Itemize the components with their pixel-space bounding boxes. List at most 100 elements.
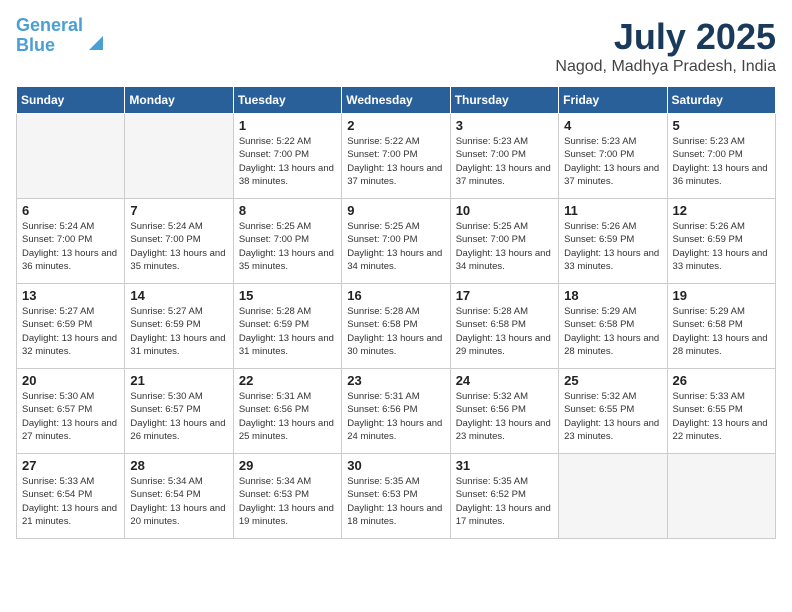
day-number: 1	[239, 118, 336, 133]
weekday-header: Monday	[125, 87, 233, 114]
day-number: 21	[130, 373, 227, 388]
calendar-cell: 5 Sunrise: 5:23 AM Sunset: 7:00 PM Daylig…	[667, 114, 775, 199]
day-info: Sunrise: 5:25 AM Sunset: 7:00 PM Dayligh…	[347, 220, 444, 273]
calendar-cell: 20 Sunrise: 5:30 AM Sunset: 6:57 PM Dayli…	[17, 369, 125, 454]
calendar-cell: 18Sunrise: 5:29 AM Sunset: 6:58 PM Dayli…	[559, 284, 667, 369]
day-number: 7	[130, 203, 227, 218]
weekday-header: Tuesday	[233, 87, 341, 114]
day-info: Sunrise: 5:22 AM Sunset: 7:00 PM Dayligh…	[347, 135, 444, 188]
day-number: 30	[347, 458, 444, 473]
day-number: 9	[347, 203, 444, 218]
day-info: Sunrise: 5:32 AM Sunset: 6:55 PM Dayligh…	[564, 390, 661, 443]
calendar-cell: 8Sunrise: 5:25 AM Sunset: 7:00 PM Daylig…	[233, 199, 341, 284]
calendar-cell: 14 Sunrise: 5:27 AM Sunset: 6:59 PM Dayli…	[125, 284, 233, 369]
day-info: Sunrise: 5:34 AM Sunset: 6:53 PM Dayligh…	[239, 475, 336, 528]
calendar-cell: 16 Sunrise: 5:28 AM Sunset: 6:58 PM Dayli…	[342, 284, 450, 369]
day-number: 14	[130, 288, 227, 303]
day-number: 31	[456, 458, 553, 473]
calendar-cell: 17 Sunrise: 5:28 AM Sunset: 6:58 PM Dayli…	[450, 284, 558, 369]
weekday-header: Saturday	[667, 87, 775, 114]
day-info: Sunrise: 5:26 AM Sunset: 6:59 PM Dayligh…	[673, 220, 770, 273]
day-info: Sunrise: 5:35 AM Sunset: 6:52 PM Dayligh…	[456, 475, 553, 528]
calendar-cell	[667, 454, 775, 539]
weekday-header: Friday	[559, 87, 667, 114]
weekday-header: Sunday	[17, 87, 125, 114]
day-info: Sunrise: 5:24 AM Sunset: 7:00 PM Dayligh…	[22, 220, 119, 273]
day-number: 5	[673, 118, 770, 133]
location: Nagod, Madhya Pradesh, India	[555, 58, 776, 76]
day-number: 18	[564, 288, 661, 303]
calendar-cell: 27Sunrise: 5:33 AM Sunset: 6:54 PM Dayli…	[17, 454, 125, 539]
calendar-cell: 4 Sunrise: 5:23 AM Sunset: 7:00 PM Daylig…	[559, 114, 667, 199]
calendar-cell: 11Sunrise: 5:26 AM Sunset: 6:59 PM Dayli…	[559, 199, 667, 284]
calendar-cell: 7 Sunrise: 5:24 AM Sunset: 7:00 PM Daylig…	[125, 199, 233, 284]
calendar-cell: 29 Sunrise: 5:34 AM Sunset: 6:53 PM Dayli…	[233, 454, 341, 539]
calendar-cell	[559, 454, 667, 539]
day-info: Sunrise: 5:28 AM Sunset: 6:58 PM Dayligh…	[347, 305, 444, 358]
day-number: 4	[564, 118, 661, 133]
day-info: Sunrise: 5:25 AM Sunset: 7:00 PM Dayligh…	[239, 220, 336, 273]
day-info: Sunrise: 5:32 AM Sunset: 6:56 PM Dayligh…	[456, 390, 553, 443]
calendar-cell: 19 Sunrise: 5:29 AM Sunset: 6:58 PM Dayli…	[667, 284, 775, 369]
calendar-cell: 28Sunrise: 5:34 AM Sunset: 6:54 PM Dayli…	[125, 454, 233, 539]
day-info: Sunrise: 5:27 AM Sunset: 6:59 PM Dayligh…	[130, 305, 227, 358]
title-area: July 2025 Nagod, Madhya Pradesh, India	[555, 16, 776, 76]
calendar-table: SundayMondayTuesdayWednesdayThursdayFrid…	[16, 86, 776, 539]
day-info: Sunrise: 5:27 AM Sunset: 6:59 PM Dayligh…	[22, 305, 119, 358]
day-number: 12	[673, 203, 770, 218]
day-number: 13	[22, 288, 119, 303]
day-info: Sunrise: 5:30 AM Sunset: 6:57 PM Dayligh…	[22, 390, 119, 443]
logo: GeneralBlue	[16, 16, 107, 56]
calendar-week-row: 13 Sunrise: 5:27 AM Sunset: 6:59 PM Dayli…	[17, 284, 776, 369]
calendar-cell: 6Sunrise: 5:24 AM Sunset: 7:00 PM Daylig…	[17, 199, 125, 284]
calendar-cell: 30 Sunrise: 5:35 AM Sunset: 6:53 PM Dayli…	[342, 454, 450, 539]
day-info: Sunrise: 5:31 AM Sunset: 6:56 PM Dayligh…	[347, 390, 444, 443]
day-info: Sunrise: 5:23 AM Sunset: 7:00 PM Dayligh…	[564, 135, 661, 188]
calendar-cell	[17, 114, 125, 199]
day-info: Sunrise: 5:24 AM Sunset: 7:00 PM Dayligh…	[130, 220, 227, 273]
day-number: 10	[456, 203, 553, 218]
calendar-week-row: 20 Sunrise: 5:30 AM Sunset: 6:57 PM Dayli…	[17, 369, 776, 454]
calendar-week-row: 27Sunrise: 5:33 AM Sunset: 6:54 PM Dayli…	[17, 454, 776, 539]
calendar-cell: 25 Sunrise: 5:32 AM Sunset: 6:55 PM Dayli…	[559, 369, 667, 454]
weekday-header: Wednesday	[342, 87, 450, 114]
day-info: Sunrise: 5:31 AM Sunset: 6:56 PM Dayligh…	[239, 390, 336, 443]
month-year: July 2025	[555, 16, 776, 58]
logo-icon	[85, 32, 107, 54]
calendar-cell: 15 Sunrise: 5:28 AM Sunset: 6:59 PM Dayli…	[233, 284, 341, 369]
day-info: Sunrise: 5:29 AM Sunset: 6:58 PM Dayligh…	[673, 305, 770, 358]
day-number: 22	[239, 373, 336, 388]
calendar-cell: 3Sunrise: 5:23 AM Sunset: 7:00 PM Daylig…	[450, 114, 558, 199]
day-number: 27	[22, 458, 119, 473]
calendar-cell: 13 Sunrise: 5:27 AM Sunset: 6:59 PM Dayli…	[17, 284, 125, 369]
day-info: Sunrise: 5:30 AM Sunset: 6:57 PM Dayligh…	[130, 390, 227, 443]
day-number: 3	[456, 118, 553, 133]
day-info: Sunrise: 5:28 AM Sunset: 6:59 PM Dayligh…	[239, 305, 336, 358]
weekday-header: Thursday	[450, 87, 558, 114]
day-number: 16	[347, 288, 444, 303]
calendar-header-row: SundayMondayTuesdayWednesdayThursdayFrid…	[17, 87, 776, 114]
day-info: Sunrise: 5:26 AM Sunset: 6:59 PM Dayligh…	[564, 220, 661, 273]
day-info: Sunrise: 5:28 AM Sunset: 6:58 PM Dayligh…	[456, 305, 553, 358]
day-info: Sunrise: 5:35 AM Sunset: 6:53 PM Dayligh…	[347, 475, 444, 528]
calendar-cell: 12 Sunrise: 5:26 AM Sunset: 6:59 PM Dayli…	[667, 199, 775, 284]
day-number: 20	[22, 373, 119, 388]
day-number: 29	[239, 458, 336, 473]
calendar-cell: 31 Sunrise: 5:35 AM Sunset: 6:52 PM Dayli…	[450, 454, 558, 539]
calendar-cell: 10 Sunrise: 5:25 AM Sunset: 7:00 PM Dayli…	[450, 199, 558, 284]
calendar-cell: 22 Sunrise: 5:31 AM Sunset: 6:56 PM Dayli…	[233, 369, 341, 454]
day-info: Sunrise: 5:34 AM Sunset: 6:54 PM Dayligh…	[130, 475, 227, 528]
calendar-week-row: 6Sunrise: 5:24 AM Sunset: 7:00 PM Daylig…	[17, 199, 776, 284]
calendar-cell: 26Sunrise: 5:33 AM Sunset: 6:55 PM Dayli…	[667, 369, 775, 454]
day-number: 25	[564, 373, 661, 388]
day-info: Sunrise: 5:33 AM Sunset: 6:55 PM Dayligh…	[673, 390, 770, 443]
day-info: Sunrise: 5:23 AM Sunset: 7:00 PM Dayligh…	[673, 135, 770, 188]
day-info: Sunrise: 5:25 AM Sunset: 7:00 PM Dayligh…	[456, 220, 553, 273]
day-info: Sunrise: 5:22 AM Sunset: 7:00 PM Dayligh…	[239, 135, 336, 188]
day-number: 19	[673, 288, 770, 303]
page-header: GeneralBlue July 2025 Nagod, Madhya Prad…	[16, 16, 776, 76]
calendar-week-row: 1 Sunrise: 5:22 AM Sunset: 7:00 PM Daylig…	[17, 114, 776, 199]
calendar-cell: 1 Sunrise: 5:22 AM Sunset: 7:00 PM Daylig…	[233, 114, 341, 199]
day-number: 15	[239, 288, 336, 303]
day-number: 17	[456, 288, 553, 303]
